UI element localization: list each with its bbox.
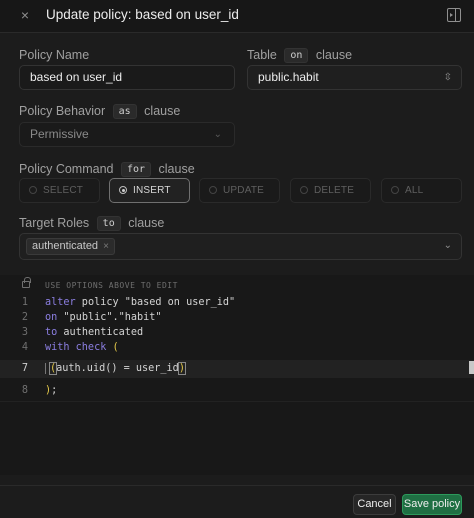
on-keyword-chip: on	[284, 48, 309, 63]
cancel-button[interactable]: Cancel	[353, 494, 396, 515]
policy-name-input[interactable]: based on user_id	[19, 65, 235, 90]
table-clause-text: clause	[315, 48, 353, 62]
line-number: 4	[21, 342, 28, 353]
chevron-down-icon: ⌄	[443, 240, 452, 251]
editor-scrollbar[interactable]	[469, 361, 474, 374]
behavior-clause-text: clause	[144, 104, 181, 118]
code-text[interactable]: (auth.uid() = user_id)	[45, 360, 186, 378]
as-keyword-chip: as	[112, 104, 137, 119]
line-number: 3	[21, 327, 28, 338]
command-option-delete[interactable]: DELETE	[290, 178, 371, 203]
for-keyword-chip: for	[120, 162, 152, 177]
editor-hint: USE OPTIONS ABOVE TO EDIT	[45, 281, 178, 290]
radio-icon	[300, 186, 308, 194]
radio-selected-icon	[119, 186, 127, 194]
command-option-insert[interactable]: INSERT	[109, 178, 190, 203]
table-select-value: public.habit	[258, 70, 319, 84]
remove-tag-icon[interactable]: ×	[103, 241, 109, 252]
code-text: with check (	[45, 342, 119, 353]
command-option-update[interactable]: UPDATE	[199, 178, 280, 203]
radio-icon	[391, 186, 399, 194]
code-text: );	[45, 385, 58, 396]
line-number: 2	[21, 312, 28, 323]
close-icon[interactable]: ×	[17, 7, 33, 23]
code-text: to authenticated	[45, 327, 144, 338]
command-clause-text: clause	[158, 162, 195, 176]
sheet-header: × Update policy: based on user_id	[0, 0, 474, 33]
table-select[interactable]: public.habit ⇳	[247, 65, 462, 90]
code-line: 2 on "public"."habit"	[0, 310, 474, 325]
lock-icon	[22, 277, 31, 288]
side-panel-icon[interactable]	[447, 8, 461, 22]
command-label-text: Policy Command	[19, 162, 114, 176]
policy-name-label: Policy Name	[19, 48, 90, 62]
roles-label-text: Target Roles	[19, 216, 90, 230]
code-text: alter policy "based on user_id"	[45, 297, 236, 308]
radio-icon	[29, 186, 37, 194]
save-policy-button[interactable]: Save policy	[402, 494, 462, 515]
roles-label: Target Roles to clause	[19, 216, 164, 231]
code-text: on "public"."habit"	[45, 312, 162, 323]
behavior-select-value: Permissive	[30, 127, 89, 141]
roles-clause-text: clause	[128, 216, 165, 230]
code-line: 1 alter policy "based on user_id"	[0, 295, 474, 310]
line-number: 1	[21, 297, 28, 308]
radio-icon	[209, 186, 217, 194]
line-number: 7	[21, 363, 28, 374]
code-line: 3 to authenticated	[0, 325, 474, 340]
sql-editor[interactable]: USE OPTIONS ABOVE TO EDIT 1 alter policy…	[0, 275, 474, 475]
table-label-text: Table	[247, 48, 277, 62]
role-tag: authenticated ×	[26, 238, 115, 255]
chevron-updown-icon: ⇳	[443, 72, 452, 83]
editor-divider	[0, 401, 474, 402]
role-tag-label: authenticated	[32, 240, 99, 252]
code-line-editable[interactable]: 7 (auth.uid() = user_id)	[0, 360, 474, 378]
code-line: 8 );	[0, 383, 474, 398]
command-label: Policy Command for clause	[19, 162, 195, 177]
line-number: 8	[21, 385, 28, 396]
behavior-select[interactable]: Permissive ⌄	[19, 122, 235, 147]
sheet-title: Update policy: based on user_id	[46, 7, 239, 22]
behavior-label: Policy Behavior as clause	[19, 104, 180, 119]
behavior-label-text: Policy Behavior	[19, 104, 106, 118]
to-keyword-chip: to	[96, 216, 121, 231]
table-label: Table on clause	[247, 48, 352, 63]
command-option-select[interactable]: SELECT	[19, 178, 100, 203]
command-option-all[interactable]: ALL	[381, 178, 462, 203]
code-line: 4 with check (	[0, 340, 474, 355]
sheet-footer: Cancel Save policy	[0, 485, 474, 518]
roles-multiselect[interactable]: authenticated × ⌄	[19, 233, 462, 260]
chevron-down-icon: ⌄	[213, 129, 222, 140]
